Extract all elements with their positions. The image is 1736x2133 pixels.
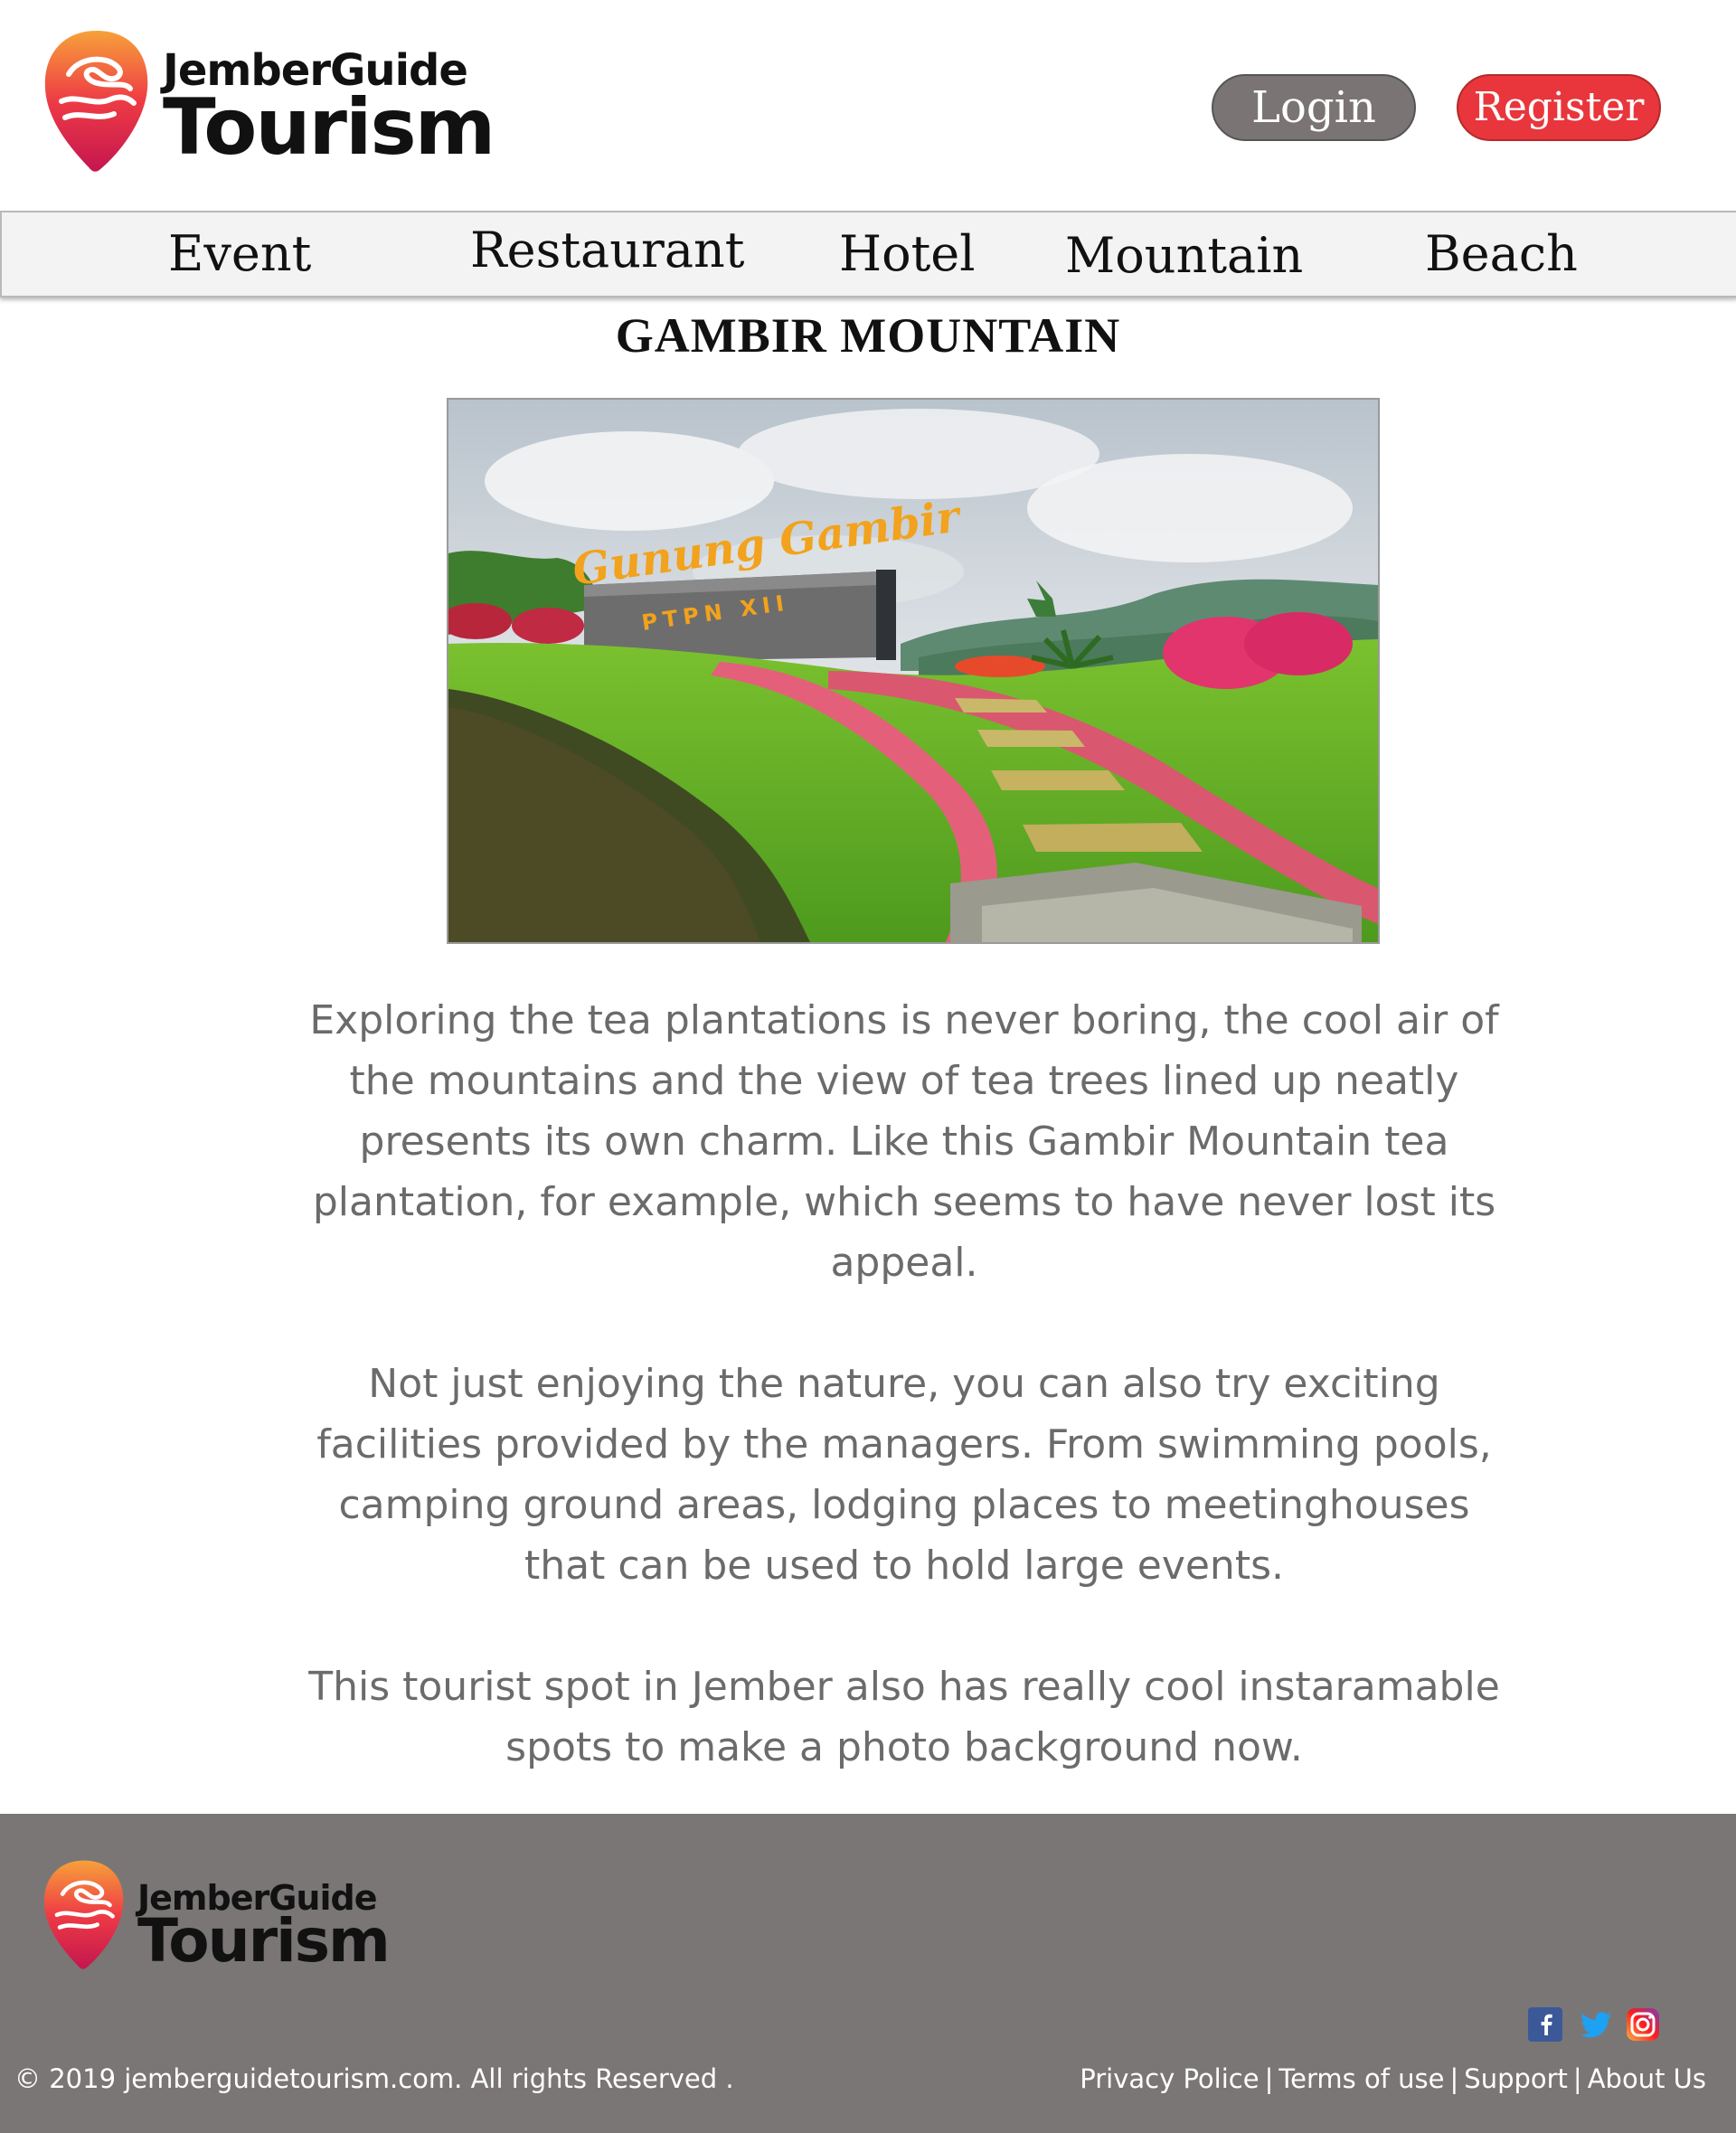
article-body: Exploring the tea plantations is never b… <box>298 990 1510 1838</box>
nav-item-hotel[interactable]: Hotel <box>839 212 976 296</box>
main-nav: Event Restaurant Hotel Mountain Beach <box>0 211 1736 297</box>
article-paragraph-2: Not just enjoying the nature, you can al… <box>316 1361 1492 1589</box>
page-title: GAMBIR MOUNTAIN <box>615 308 1121 363</box>
footer-link-support[interactable]: Support <box>1464 2063 1568 2094</box>
facebook-icon[interactable] <box>1528 2007 1562 2042</box>
nav-item-beach[interactable]: Beach <box>1425 212 1578 296</box>
article-paragraph-1: Exploring the tea plantations is never b… <box>309 997 1499 1286</box>
register-button[interactable]: Register <box>1457 74 1661 141</box>
footer-separator: | <box>1572 2063 1582 2094</box>
twitter-icon[interactable] <box>1579 2007 1613 2042</box>
footer-logo-icon[interactable] <box>42 1857 127 1971</box>
footer-link-about[interactable]: About Us <box>1588 2063 1706 2094</box>
logo-name: Tourism <box>163 82 495 173</box>
header-logo-text[interactable]: JemberGuide Tourism <box>163 47 495 173</box>
footer-logo-text[interactable]: JemberGuide Tourism <box>137 1879 391 1976</box>
footer-link-terms[interactable]: Terms of use <box>1278 2063 1444 2094</box>
instagram-icon[interactable] <box>1626 2007 1660 2042</box>
hero-image: Gunung Gambir PTPN XII <box>447 398 1380 944</box>
article-paragraph-3: This tourist spot in Jember also has rea… <box>308 1664 1500 1770</box>
footer-logo-name: Tourism <box>137 1906 391 1976</box>
footer-separator: | <box>1264 2063 1274 2094</box>
footer-link-privacy[interactable]: Privacy Police <box>1080 2063 1259 2094</box>
copyright-text: © 2019 jemberguidetourism.com. All right… <box>14 2063 734 2094</box>
footer-links: Privacy Police | Terms of use | Support | Abou… <box>1080 2063 1706 2094</box>
nav-item-event[interactable]: Event <box>168 212 311 296</box>
footer-separator: | <box>1449 2063 1459 2094</box>
nav-item-mountain[interactable]: Mountain <box>1065 214 1303 297</box>
jemberguide-logo-icon[interactable] <box>42 27 152 174</box>
login-button[interactable]: Login <box>1212 74 1416 141</box>
site-header: JemberGuide Tourism Login Register <box>0 0 1736 208</box>
nav-item-restaurant[interactable]: Restaurant <box>470 209 745 292</box>
tea-plantation-photo: Gunung Gambir PTPN XII <box>448 400 1378 942</box>
